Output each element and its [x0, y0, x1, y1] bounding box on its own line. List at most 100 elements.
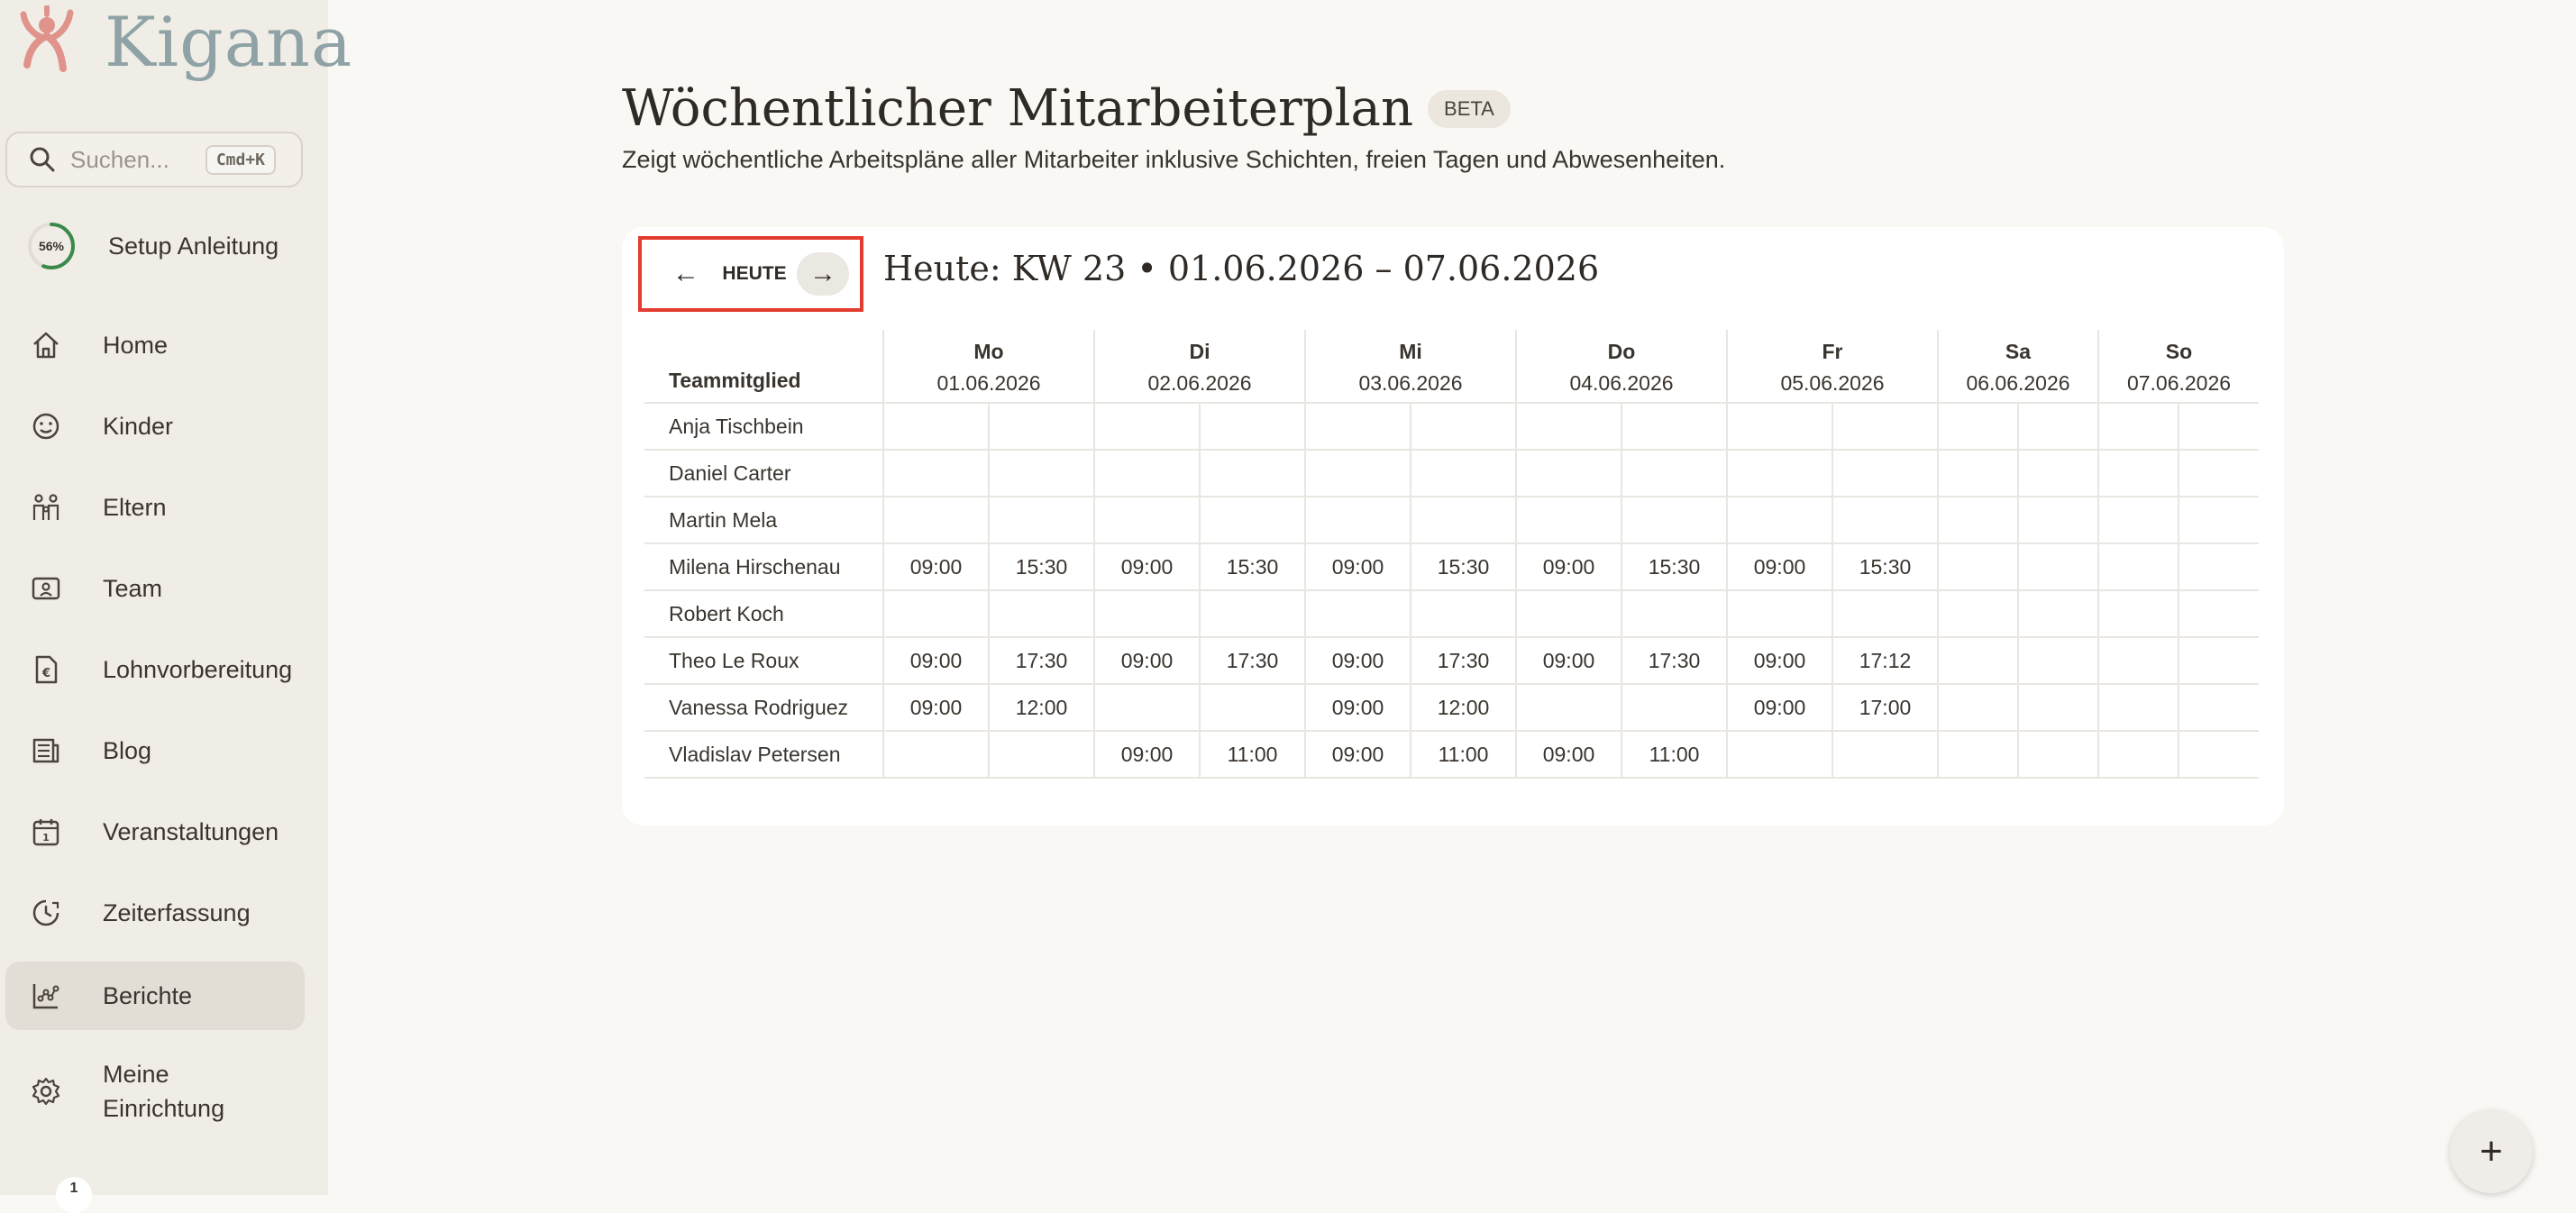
shift-end-cell[interactable] [1199, 590, 1305, 638]
shift-start-cell[interactable] [1093, 590, 1200, 638]
shift-end-cell[interactable] [1621, 450, 1727, 497]
shift-end-cell[interactable]: 17:30 [1199, 637, 1305, 685]
today-button[interactable]: HEUTE [722, 263, 786, 285]
shift-start-cell[interactable] [2097, 497, 2179, 544]
shift-end-cell[interactable] [1410, 497, 1516, 544]
shift-start-cell[interactable] [1937, 590, 2018, 638]
shift-end-cell[interactable] [1199, 684, 1305, 732]
shift-start-cell[interactable]: 09:00 [1515, 543, 1621, 591]
shift-start-cell[interactable] [882, 497, 989, 544]
shift-end-cell[interactable]: 17:30 [988, 637, 1094, 685]
table-row[interactable]: Theo Le Roux 09:00 17:30 09:00 17:30 09:00 17:… [644, 637, 2259, 685]
shift-end-cell[interactable] [2178, 590, 2259, 638]
shift-start-cell[interactable] [1093, 403, 1200, 451]
setup-guide-link[interactable]: 56% Setup Anleitung [27, 222, 279, 270]
shift-start-cell[interactable] [1093, 684, 1200, 732]
shift-start-cell[interactable] [882, 450, 989, 497]
shift-start-cell[interactable] [1726, 450, 1832, 497]
shift-end-cell[interactable]: 17:00 [1832, 684, 1938, 732]
shift-start-cell[interactable] [1937, 684, 2018, 732]
table-row[interactable]: Daniel Carter [644, 450, 2259, 497]
sidebar-item-team[interactable]: Team [5, 554, 305, 623]
shift-start-cell[interactable]: 09:00 [882, 543, 989, 591]
table-row[interactable]: Vladislav Petersen 09:00 11:00 09:00 11:00 09… [644, 731, 2259, 779]
shift-end-cell[interactable] [1621, 684, 1727, 732]
shift-start-cell[interactable] [1304, 497, 1411, 544]
shift-end-cell[interactable] [2178, 543, 2259, 591]
shift-start-cell[interactable] [882, 403, 989, 451]
shift-end-cell[interactable] [2178, 450, 2259, 497]
table-row[interactable]: Martin Mela [644, 497, 2259, 544]
shift-end-cell[interactable] [1832, 403, 1938, 451]
shift-end-cell[interactable] [1410, 450, 1516, 497]
shift-end-cell[interactable] [988, 403, 1094, 451]
shift-end-cell[interactable]: 11:00 [1621, 731, 1727, 779]
shift-end-cell[interactable]: 15:30 [1199, 543, 1305, 591]
shift-start-cell[interactable]: 09:00 [1093, 637, 1200, 685]
shift-start-cell[interactable]: 09:00 [1304, 543, 1411, 591]
shift-start-cell[interactable] [1937, 450, 2018, 497]
shift-end-cell[interactable] [1832, 497, 1938, 544]
shift-start-cell[interactable] [1515, 450, 1621, 497]
shift-start-cell[interactable]: 09:00 [1304, 637, 1411, 685]
shift-end-cell[interactable] [988, 731, 1094, 779]
shift-start-cell[interactable]: 09:00 [1093, 731, 1200, 779]
shift-start-cell[interactable] [882, 590, 989, 638]
shift-start-cell[interactable] [1937, 637, 2018, 685]
shift-end-cell[interactable] [2017, 637, 2098, 685]
shift-start-cell[interactable] [2097, 684, 2179, 732]
shift-end-cell[interactable] [2178, 637, 2259, 685]
shift-end-cell[interactable] [1199, 497, 1305, 544]
shift-start-cell[interactable] [1726, 403, 1832, 451]
shift-start-cell[interactable]: 09:00 [1304, 731, 1411, 779]
shift-end-cell[interactable]: 12:00 [988, 684, 1094, 732]
table-row[interactable]: Robert Koch [644, 590, 2259, 638]
shift-start-cell[interactable] [1726, 497, 1832, 544]
next-week-button[interactable]: → [797, 252, 849, 296]
shift-start-cell[interactable] [1937, 731, 2018, 779]
shift-end-cell[interactable]: 15:30 [1621, 543, 1727, 591]
shift-end-cell[interactable]: 15:30 [1410, 543, 1516, 591]
shift-end-cell[interactable] [1199, 403, 1305, 451]
shift-end-cell[interactable] [1832, 450, 1938, 497]
table-row[interactable]: Milena Hirschenau 09:00 15:30 09:00 15:30 09:… [644, 543, 2259, 591]
shift-end-cell[interactable] [1410, 590, 1516, 638]
shift-end-cell[interactable]: 17:30 [1621, 637, 1727, 685]
shift-end-cell[interactable]: 11:00 [1410, 731, 1516, 779]
shift-end-cell[interactable] [2017, 590, 2098, 638]
shift-end-cell[interactable]: 15:30 [988, 543, 1094, 591]
sidebar-item-home[interactable]: Home [5, 311, 305, 379]
shift-start-cell[interactable] [1937, 497, 2018, 544]
table-row[interactable]: Anja Tischbein [644, 403, 2259, 451]
shift-end-cell[interactable] [2017, 403, 2098, 451]
sidebar-item-kinder[interactable]: Kinder [5, 392, 305, 461]
shift-start-cell[interactable] [2097, 450, 2179, 497]
shift-start-cell[interactable] [1937, 403, 2018, 451]
shift-end-cell[interactable]: 15:30 [1832, 543, 1938, 591]
shift-end-cell[interactable]: 17:30 [1410, 637, 1516, 685]
sidebar-item-berichte[interactable]: Berichte [5, 962, 305, 1030]
shift-start-cell[interactable] [1304, 450, 1411, 497]
shift-start-cell[interactable]: 09:00 [1304, 684, 1411, 732]
search-box[interactable]: Suchen... Cmd+K [5, 132, 303, 187]
shift-start-cell[interactable] [1093, 497, 1200, 544]
sidebar-item-blog[interactable]: Blog [5, 716, 305, 785]
shift-start-cell[interactable]: 09:00 [1726, 684, 1832, 732]
shift-start-cell[interactable] [2097, 543, 2179, 591]
notification-badge[interactable]: 1 [56, 1177, 92, 1213]
shift-start-cell[interactable]: 09:00 [882, 684, 989, 732]
shift-start-cell[interactable] [2097, 731, 2179, 779]
shift-end-cell[interactable] [2017, 684, 2098, 732]
shift-start-cell[interactable] [1726, 590, 1832, 638]
sidebar-item-eltern[interactable]: Eltern [5, 473, 305, 542]
sidebar-item-meine-einrichtung[interactable]: Meine Einrichtung [5, 1048, 305, 1135]
add-button[interactable]: + [2450, 1110, 2533, 1193]
shift-start-cell[interactable] [2097, 403, 2179, 451]
shift-end-cell[interactable] [1410, 403, 1516, 451]
shift-end-cell[interactable] [988, 590, 1094, 638]
shift-start-cell[interactable] [882, 731, 989, 779]
shift-end-cell[interactable] [2017, 497, 2098, 544]
shift-start-cell[interactable] [1093, 450, 1200, 497]
shift-end-cell[interactable] [988, 497, 1094, 544]
sidebar-item-veranstaltungen[interactable]: 1 Veranstaltungen [5, 798, 305, 866]
